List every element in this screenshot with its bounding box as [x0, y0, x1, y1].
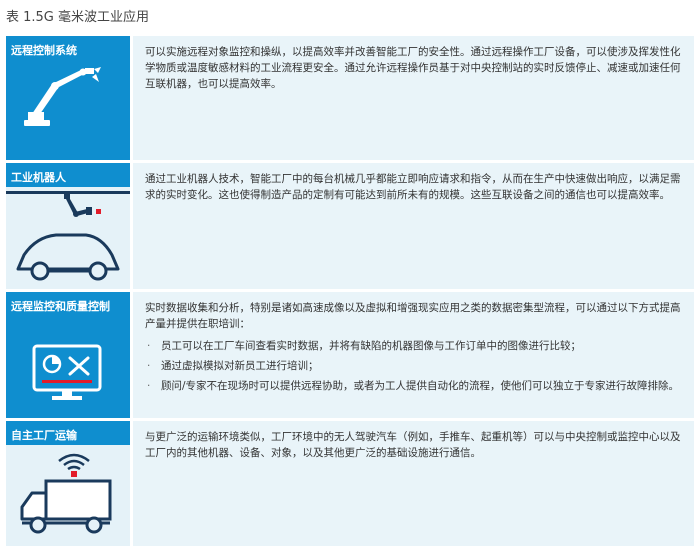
table-caption: 表 1.5G 毫米波工业应用 [6, 10, 150, 25]
robotic-arm-icon [24, 67, 101, 126]
row-text: 通过工业机器人技术，智能工厂中的每台机械几乎都能立即响应请求和指令，从而在生产中… [145, 173, 681, 201]
bullet-icon: · [147, 380, 151, 392]
row-description: 与更广泛的运输环境类似，工厂环境中的无人驾驶汽车（例如，手推车、起重机等）可以与… [133, 421, 694, 546]
table-row: 远程监控和质量控制 实时数据收集和分析，特别是诸如高速成像以及虚拟和增强现实应用… [6, 292, 694, 418]
bullet-icon: · [147, 340, 151, 352]
table-row: 工业机器人 通过工业机器人技术，智能工厂中的每台机械几乎都能立即响应请求和指令，… [6, 163, 694, 289]
list-item: · 员工可以在工厂车间查看实时数据，并将有缺陷的机器图像与工作订单中的图像进行比较… [145, 338, 684, 354]
bullet-icon: · [147, 360, 151, 372]
list-item-text: 顾问/专家不在现场时可以提供远程协助，或者为工人提供自动化的流程，使他们可以独立… [161, 380, 680, 392]
row-header-remote-control: 远程控制系统 [6, 36, 130, 160]
row-text: 与更广泛的运输环境类似，工厂环境中的无人驾驶汽车（例如，手推车、起重机等）可以与… [145, 431, 681, 459]
row-text: 可以实施远程对象监控和操纵，以提高效率并改善智能工厂的安全性。通过远程操作工厂设… [145, 46, 681, 90]
applications-table: 远程控制系统 可以实施远程对象监控和操纵，以提高效率并改善智能工厂的安全性。通过… [6, 36, 694, 549]
list-item: · 顾问/专家不在现场时可以提供远程协助，或者为工人提供自动化的流程，使他们可以独… [145, 378, 684, 394]
table-row: 远程控制系统 可以实施远程对象监控和操纵，以提高效率并改善智能工厂的安全性。通过… [6, 36, 694, 160]
row-description: 通过工业机器人技术，智能工厂中的每台机械几乎都能立即响应请求和指令，从而在生产中… [133, 163, 694, 289]
row-description: 可以实施远程对象监控和操纵，以提高效率并改善智能工厂的安全性。通过远程操作工厂设… [133, 36, 694, 160]
row-header-industrial-robot: 工业机器人 [6, 163, 130, 289]
row-text: 实时数据收集和分析，特别是诸如高速成像以及虚拟和增强现实应用之类的数据密集型流程… [145, 302, 681, 330]
list-item-text: 通过虚拟模拟对新员工进行培训； [161, 360, 319, 372]
monitor-dashboard-icon [32, 344, 102, 400]
list-item-text: 员工可以在工厂车间查看实时数据，并将有缺陷的机器图像与工作订单中的图像进行比较； [161, 340, 581, 352]
row-header-autonomous-transport: 自主工厂运输 [6, 421, 130, 546]
list-item: · 通过虚拟模拟对新员工进行培训； [145, 358, 684, 374]
car-assembly-robot-icon [6, 191, 130, 281]
table-row: 自主工厂运输 与更广泛的运输环境类似，工厂环境中的无人驾驶汽车（例如，手推车、起… [6, 421, 694, 546]
autonomous-truck-icon [20, 453, 112, 534]
bullet-list: · 员工可以在工厂车间查看实时数据，并将有缺陷的机器图像与工作订单中的图像进行比较… [145, 338, 684, 394]
row-header-remote-monitoring: 远程监控和质量控制 [6, 292, 130, 418]
row-description: 实时数据收集和分析，特别是诸如高速成像以及虚拟和增强现实应用之类的数据密集型流程… [133, 292, 694, 418]
